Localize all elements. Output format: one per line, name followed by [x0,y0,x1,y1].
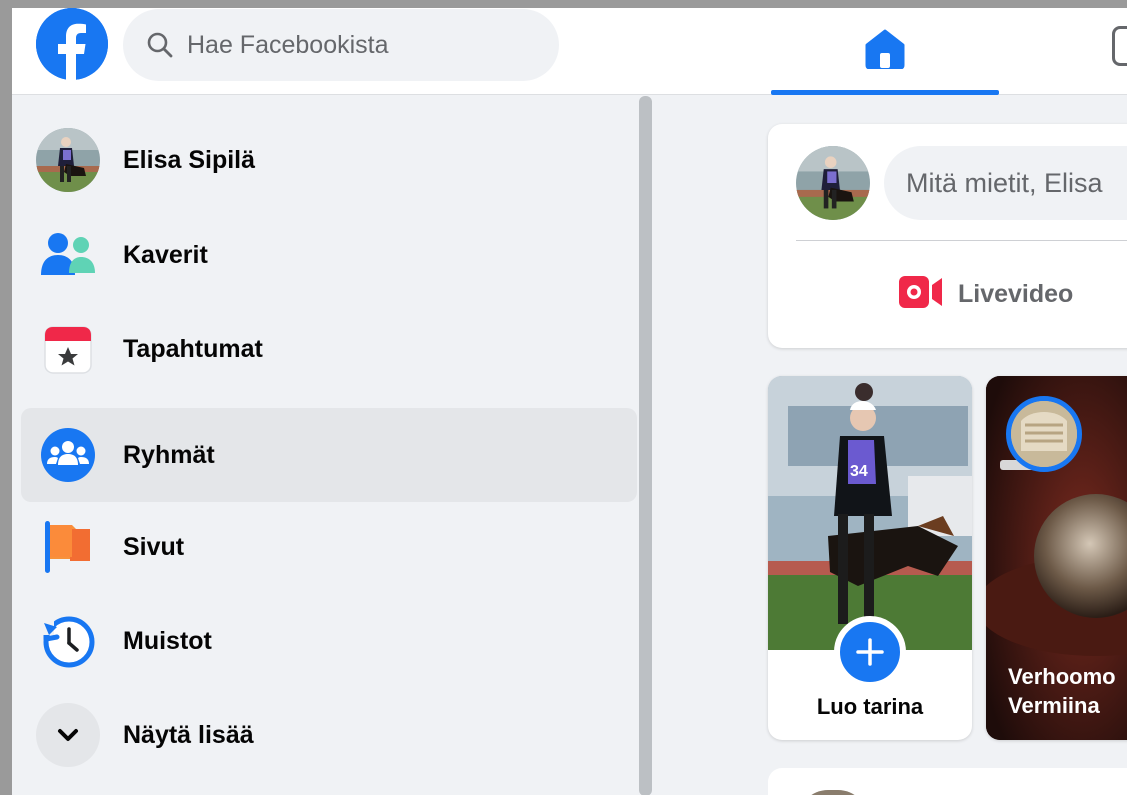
profile-avatar [36,128,100,192]
avatar[interactable] [798,790,868,795]
sidebar-item-pages[interactable]: Sivut [21,500,637,594]
sidebar-item-label: Kaverit [123,240,208,269]
live-video-button[interactable]: Livevideo [898,266,1073,322]
live-video-label: Livevideo [958,279,1074,308]
post-composer: Mitä mietit, Elisa Livevideo [768,124,1127,348]
story-card[interactable]: Verhoomo Vermiina [986,376,1127,740]
chevron-down-icon [36,703,100,767]
create-story-card[interactable]: 34 Luo tarina [768,376,972,740]
search-input[interactable] [187,30,527,60]
add-story-button[interactable] [834,616,906,688]
sidebar-scrollbar[interactable] [639,96,652,795]
sidebar-item-label: Elisa Sipilä [123,145,256,174]
calendar-star-icon [36,317,100,381]
home-icon [864,29,906,74]
live-video-icon [898,275,944,314]
sidebar-item-events[interactable]: Tapahtumat [21,302,637,396]
sidebar-item-profile[interactable]: Elisa Sipilä [21,113,637,207]
flag-icon [36,515,100,579]
svg-text:34: 34 [850,463,868,480]
sidebar-item-label: Näytä lisää [123,720,254,749]
story-avatar [1006,396,1082,472]
divider [796,240,1127,241]
story-photo: 34 [768,376,972,650]
composer-prompt-text: Mitä mietit, Elisa [906,167,1103,198]
clock-history-icon [36,609,100,673]
sidebar-item-label: Muistot [123,626,212,655]
feed-post [768,768,1127,795]
avatar[interactable] [796,146,870,220]
sidebar-item-label: Ryhmät [123,440,215,469]
friends-icon [36,223,100,287]
sidebar-item-groups[interactable]: Ryhmät [21,408,637,502]
sidebar-item-memories[interactable]: Muistot [21,594,637,688]
left-sidebar: Elisa Sipilä Kaverit Tapahtumat Ryhmät S… [12,96,652,795]
story-author-name: Verhoomo Vermiina [1008,664,1116,718]
active-tab-indicator [771,90,999,95]
nav-tab-video[interactable] [1112,26,1127,66]
nav-tab-home[interactable] [771,8,999,95]
facebook-app: Elisa Sipilä Kaverit Tapa [12,8,1127,795]
composer-prompt-input[interactable]: Mitä mietit, Elisa [884,146,1127,220]
facebook-logo-icon[interactable] [36,8,108,80]
search-bar[interactable] [123,9,559,81]
top-navigation-bar [12,8,1127,95]
create-story-label: Luo tarina [816,694,924,719]
sidebar-item-friends[interactable]: Kaverit [21,208,637,302]
search-icon [145,30,175,60]
sidebar-item-show-more[interactable]: Näytä lisää [21,688,637,782]
groups-icon [36,423,100,487]
sidebar-item-label: Tapahtumat [123,334,263,363]
sidebar-item-label: Sivut [123,532,185,561]
plus-icon [856,638,884,666]
